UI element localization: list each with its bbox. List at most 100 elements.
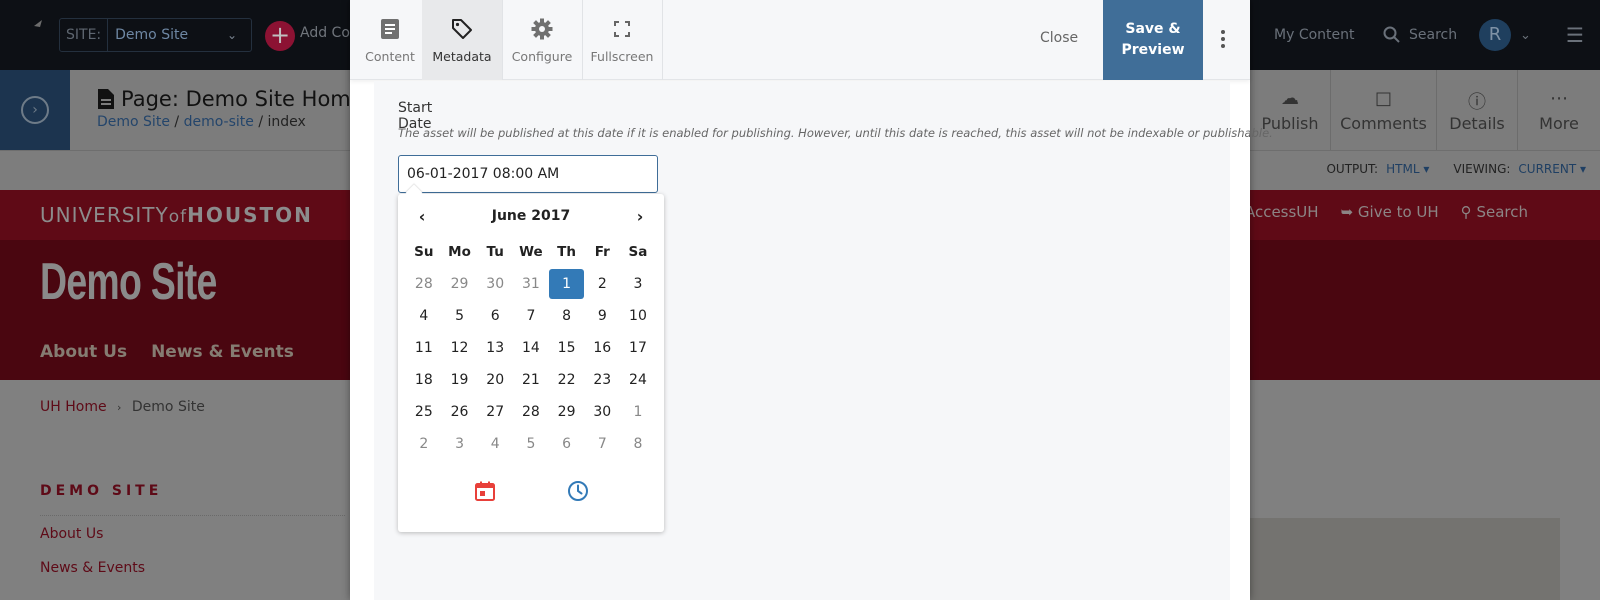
breadcrumb-item[interactable]: Demo Site (97, 114, 170, 130)
fullscreen-icon (610, 17, 634, 41)
details-button[interactable]: ⓘ Details (1436, 70, 1517, 150)
uh-top-links: to AccessUH ➥ Give to UH ⚲ Search (1225, 203, 1528, 221)
calendar-day[interactable]: 22 (549, 365, 585, 395)
breadcrumb: Demo Site / demo-site / index (97, 114, 306, 130)
selected-day[interactable]: 1 (548, 269, 585, 299)
calendar-day[interactable]: 29 (549, 397, 585, 427)
my-content-link[interactable]: My Content (1274, 0, 1355, 70)
user-menu-chevron-icon[interactable]: ⌄ (1520, 0, 1531, 70)
weekday-label: Mo (448, 244, 471, 260)
calendar-day[interactable]: 3 (442, 429, 478, 459)
calendar-day[interactable]: 4 (406, 301, 442, 331)
breadcrumb-item[interactable]: demo-site (184, 114, 254, 130)
calendar-day[interactable]: 1 (620, 397, 656, 427)
gear-icon (530, 17, 554, 41)
calendar-day[interactable]: 2 (584, 269, 620, 299)
calendar-day[interactable]: 26 (442, 397, 478, 427)
weekday-label: Su (414, 244, 434, 260)
calendar-day[interactable]: 16 (584, 333, 620, 363)
cascade-logo-icon[interactable] (12, 16, 48, 52)
clock-icon[interactable] (567, 480, 589, 502)
calendar-icon[interactable] (474, 480, 496, 502)
more-label: More (1539, 113, 1579, 133)
chevron-right-circle-icon: › (21, 96, 49, 124)
calendar-day[interactable]: 5 (442, 301, 478, 331)
site-nav-item[interactable]: About Us (40, 342, 127, 362)
calendar-day[interactable]: 28 (406, 269, 442, 299)
calendar-day[interactable]: 14 (513, 333, 549, 363)
tab-fullscreen[interactable]: Fullscreen (582, 0, 663, 80)
close-button[interactable]: Close (1040, 30, 1078, 46)
calendar-day[interactable]: 24 (620, 365, 656, 395)
hamburger-menu-icon[interactable]: ☰ (1566, 0, 1584, 70)
calendar-day[interactable]: 31 (513, 269, 549, 299)
uh-logo[interactable]: UNIVERSITYofHOUSTON (40, 203, 313, 227)
page-title-text: Page: Demo Site Home (121, 87, 364, 111)
give-to-uh-link[interactable]: ➥ Give to UH (1341, 203, 1439, 221)
calendar-day[interactable]: 13 (477, 333, 513, 363)
calendar-day[interactable]: 30 (477, 269, 513, 299)
divider (40, 515, 345, 516)
output-select[interactable]: HTML ▾ (1386, 162, 1429, 176)
calendar-day[interactable]: 8 (549, 301, 585, 331)
calendar-day[interactable]: 25 (406, 397, 442, 427)
site-nav-item[interactable]: News & Events (151, 342, 294, 362)
site-selector[interactable]: SITE: Demo Site ⌄ (59, 18, 252, 52)
add-content-label[interactable]: Add Co (300, 25, 350, 41)
sidebar-toggle[interactable]: › (0, 70, 70, 150)
viewing-select[interactable]: CURRENT ▾ (1518, 162, 1586, 176)
avatar[interactable]: R (1479, 19, 1511, 51)
calendar-day[interactable]: 28 (513, 397, 549, 427)
plus-icon: + (269, 21, 291, 49)
add-content-button[interactable]: + (265, 21, 295, 51)
calendar-day[interactable]: 30 (584, 397, 620, 427)
tab-label: Fullscreen (590, 48, 654, 64)
calendar-day[interactable]: 3 (620, 269, 656, 299)
weekday-label: Fr (594, 244, 610, 260)
calendar-day[interactable]: 5 (513, 429, 549, 459)
calendar-day[interactable]: 2 (406, 429, 442, 459)
calendar-day[interactable]: 15 (549, 333, 585, 363)
calendar-day[interactable]: 7 (584, 429, 620, 459)
save-preview-button[interactable]: Save & Preview (1103, 0, 1203, 80)
next-month-icon[interactable]: › (630, 207, 650, 226)
comments-button[interactable]: □ Comments (1330, 70, 1436, 150)
tab-configure[interactable]: Configure (502, 0, 583, 80)
weekday-header-row: Su Mo Tu We Th Fr Sa (406, 236, 656, 268)
more-options-icon[interactable] (1218, 30, 1228, 50)
datepicker-month-title[interactable]: June 2017 (492, 208, 570, 224)
calendar-day[interactable]: 10 (620, 301, 656, 331)
calendar-day[interactable]: 4 (477, 429, 513, 459)
sidebar-link[interactable]: About Us (40, 526, 103, 542)
uh-search-link[interactable]: ⚲ Search (1461, 203, 1528, 221)
calendar-day[interactable]: 8 (620, 429, 656, 459)
start-date-help: The asset will be published at this date… (398, 126, 1273, 140)
calendar-day[interactable]: 29 (442, 269, 478, 299)
prev-month-icon[interactable]: ‹ (412, 207, 432, 226)
calendar-day[interactable]: 6 (477, 301, 513, 331)
site-title: Demo Site (40, 253, 217, 311)
tab-content[interactable]: Content (350, 0, 431, 80)
calendar-day[interactable]: 9 (584, 301, 620, 331)
sidebar-heading: DEMO SITE (40, 483, 163, 499)
calendar-day[interactable]: 11 (406, 333, 442, 363)
calendar-day[interactable]: 12 (442, 333, 478, 363)
start-date-input[interactable] (398, 155, 658, 193)
site-selector-label: SITE: (60, 19, 109, 51)
search-link[interactable]: Search (1383, 0, 1457, 70)
calendar-day[interactable]: 19 (442, 365, 478, 395)
calendar-day[interactable]: 6 (549, 429, 585, 459)
calendar-day[interactable]: 27 (477, 397, 513, 427)
site-breadcrumb-item[interactable]: UH Home (40, 399, 107, 415)
tab-metadata[interactable]: Metadata (422, 0, 503, 80)
calendar-day[interactable]: 7 (513, 301, 549, 331)
calendar-day[interactable]: 23 (584, 365, 620, 395)
week-row: 11 12 13 14 15 16 17 (406, 332, 656, 364)
calendar-day[interactable]: 18 (406, 365, 442, 395)
viewing-label: VIEWING: (1453, 162, 1511, 176)
sidebar-link[interactable]: News & Events (40, 560, 145, 576)
calendar-day[interactable]: 17 (620, 333, 656, 363)
calendar-day[interactable]: 20 (477, 365, 513, 395)
more-button[interactable]: ⋯ More (1517, 70, 1600, 150)
calendar-day[interactable]: 21 (513, 365, 549, 395)
